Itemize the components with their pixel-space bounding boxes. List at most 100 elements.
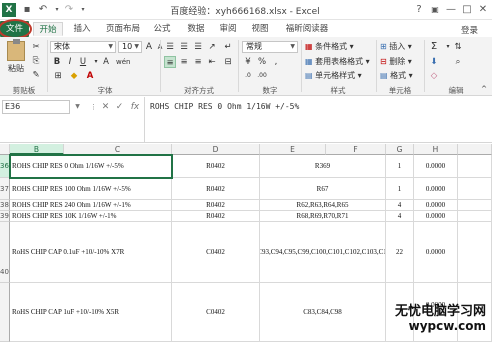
column-header-e[interactable]: E <box>260 144 326 155</box>
cell-description[interactable]: RoHS CHIP CAP 0.1uF +10/-10% X7R <box>10 222 172 283</box>
insert-cells-button[interactable]: ⊞ 插入 ▾ <box>380 41 412 53</box>
tab-file[interactable]: 文件 <box>0 19 32 39</box>
cell-package[interactable]: R0402 <box>172 211 260 222</box>
save-icon[interactable]: ▪ <box>20 3 34 17</box>
cell-empty[interactable] <box>458 222 492 283</box>
decrease-indent-icon[interactable]: ⇤ <box>206 56 218 68</box>
row-header-36[interactable]: 36 <box>0 155 10 178</box>
redo-icon[interactable]: ↷ <box>62 3 76 17</box>
column-header-c[interactable]: C <box>64 144 172 155</box>
number-format-select[interactable]: 常规 ▼ <box>242 41 298 53</box>
autosum-button[interactable]: Σ <box>428 41 440 53</box>
minimize-icon[interactable]: — <box>444 3 458 17</box>
select-all-corner[interactable] <box>0 144 10 155</box>
cell-description[interactable]: ROHS CHIP RES 10K 1/16W +/-1% <box>10 211 172 222</box>
insert-function-button[interactable]: fx <box>128 101 142 113</box>
cell-quantity[interactable]: 4 <box>386 211 414 222</box>
cell-value[interactable]: 0.0000 <box>414 200 458 211</box>
align-left-icon[interactable]: ≡ <box>164 56 176 68</box>
maximize-icon[interactable]: □ <box>460 3 474 17</box>
increase-decimal-icon[interactable]: .0 <box>242 70 254 82</box>
column-header-g[interactable]: G <box>386 144 414 155</box>
cell-reference[interactable]: R369 <box>260 155 386 178</box>
align-right-icon[interactable]: ≡ <box>192 56 204 68</box>
row-header-40[interactable]: 40 <box>0 222 10 283</box>
cell-description[interactable]: ROHS CHIP RES 240 Ohm 1/16W +/-1% <box>10 200 172 211</box>
cell-description[interactable]: ROHS CHIP RES 100 Ohm 1/16W +/-5% <box>10 178 172 200</box>
cell-package[interactable]: R0402 <box>172 178 260 200</box>
login-link[interactable]: 登录 <box>461 24 478 36</box>
row-header-38[interactable]: 38 <box>0 200 10 211</box>
tab-review[interactable]: 审阅 <box>216 22 240 36</box>
collapse-ribbon-icon[interactable]: ^ <box>478 83 490 95</box>
bold-button[interactable]: B <box>51 56 63 68</box>
cell-reference[interactable]: R67 <box>260 178 386 200</box>
cut-icon[interactable]: ✂ <box>30 41 42 53</box>
row-header-41[interactable] <box>0 283 10 342</box>
cell-reference[interactable]: C85,C86,C87,C88,C89,C90,C91,C92,C93,C94,… <box>260 222 386 283</box>
cell-quantity[interactable]: 22 <box>386 222 414 283</box>
font-color-button[interactable]: A <box>84 70 96 82</box>
cell-empty[interactable] <box>458 200 492 211</box>
align-center-icon[interactable]: ≡ <box>178 56 190 68</box>
cell-description[interactable]: RoHS CHIP CAP 1uF +10/-10% X5R <box>10 283 172 342</box>
ribbon-display-icon[interactable]: ▣ <box>428 3 442 17</box>
cell-reference[interactable]: R68,R69,R70,R71 <box>260 211 386 222</box>
tab-home[interactable]: 开始 <box>33 22 63 36</box>
italic-button[interactable]: I <box>64 56 76 68</box>
font-settings-icon[interactable]: A <box>100 56 112 68</box>
cell-quantity[interactable]: 1 <box>386 178 414 200</box>
cell-package[interactable]: C0402 <box>172 222 260 283</box>
clear-icon[interactable]: ◇ <box>428 70 440 82</box>
align-bottom-icon[interactable]: ☰ <box>192 41 204 53</box>
tab-data[interactable]: 数据 <box>184 22 208 36</box>
name-box[interactable]: E36 <box>2 100 70 114</box>
format-cells-button[interactable]: ▤ 格式 ▾ <box>380 70 413 82</box>
cell-empty[interactable] <box>458 178 492 200</box>
cell-empty[interactable] <box>458 211 492 222</box>
column-header-h[interactable]: H <box>414 144 458 155</box>
tab-page-layout[interactable]: 页面布局 <box>102 22 144 36</box>
format-painter-icon[interactable]: ✎ <box>30 69 42 81</box>
merge-center-icon[interactable]: ⊟ <box>222 56 234 68</box>
tab-view[interactable]: 视图 <box>248 22 272 36</box>
customize-qat-icon[interactable]: ▾ <box>76 3 90 17</box>
wen-phonetic-button[interactable]: wén <box>116 56 130 68</box>
help-icon[interactable]: ? <box>412 3 426 17</box>
paste-button[interactable]: 粘贴 <box>4 39 28 79</box>
comma-button[interactable]: , <box>270 56 282 68</box>
cell-value[interactable]: 0.0000 <box>414 222 458 283</box>
percent-button[interactable]: % <box>256 56 268 68</box>
fill-color-icon[interactable]: ◆ <box>68 70 80 82</box>
enter-icon[interactable]: ✓ <box>114 101 125 113</box>
format-as-table-button[interactable]: ▦ 套用表格格式 ▾ <box>305 56 370 68</box>
close-icon[interactable]: ✕ <box>476 3 490 17</box>
tab-insert[interactable]: 插入 <box>70 22 94 36</box>
cancel-icon[interactable]: ✕ <box>100 101 111 113</box>
formula-input[interactable]: ROHS CHIP RES 0 Ohm 1/16W +/-5% <box>150 102 299 111</box>
accounting-format-icon[interactable]: ¥ <box>242 56 254 68</box>
cell-reference[interactable]: R62,R63,R64,R65 <box>260 200 386 211</box>
name-box-dropdown-icon[interactable]: ▼ <box>72 101 83 113</box>
cell-description[interactable]: ROHS CHIP RES 0 Ohm 1/16W +/-5% <box>10 155 172 178</box>
delete-cells-button[interactable]: ⊟ 删除 ▾ <box>380 56 412 68</box>
tab-formulas[interactable]: 公式 <box>150 22 174 36</box>
cell-package[interactable]: R0402 <box>172 155 260 178</box>
underline-button[interactable]: U <box>77 56 89 68</box>
font-name-select[interactable]: 宋体 ▼ <box>50 41 116 53</box>
cell-package[interactable]: R0402 <box>172 200 260 211</box>
fill-icon[interactable]: ⬇ <box>428 56 440 68</box>
cell-quantity[interactable]: 4 <box>386 200 414 211</box>
decrease-decimal-icon[interactable]: .00 <box>256 70 268 82</box>
cell-quantity[interactable]: 1 <box>386 155 414 178</box>
cell-value[interactable]: 0.0000 <box>414 211 458 222</box>
cell-value[interactable]: 0.0000 <box>414 178 458 200</box>
tab-foxit-reader[interactable]: 福昕阅读器 <box>282 22 332 36</box>
row-header-37[interactable]: 37 <box>0 178 10 200</box>
cell-styles-button[interactable]: ▤ 单元格样式 ▾ <box>305 70 362 82</box>
find-select-icon[interactable]: ⌕ <box>452 56 464 68</box>
copy-icon[interactable]: ⎘ <box>30 55 42 67</box>
align-top-icon[interactable]: ☰ <box>164 41 176 53</box>
sort-filter-icon[interactable]: ⇅ <box>452 41 464 53</box>
orientation-icon[interactable]: ↗ <box>206 41 218 53</box>
